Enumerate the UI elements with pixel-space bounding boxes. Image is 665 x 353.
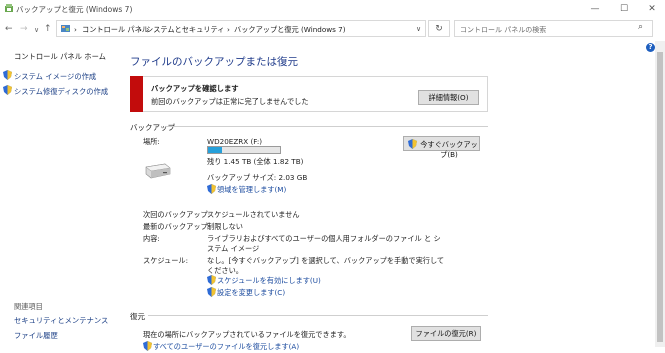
alert-message: 前回のバックアップは正常に完了しませんでした [151, 97, 309, 106]
backup-now-button[interactable]: 今すぐバックアップ(B) [403, 136, 480, 159]
backup-size: バックアップ サイズ: 2.03 GB [207, 173, 308, 182]
breadcrumb-backup-restore[interactable]: バックアップと復元 (Windows 7) [234, 25, 346, 35]
shield-icon [408, 139, 417, 149]
related-file-history-link[interactable]: ファイル履歴 [14, 331, 58, 341]
restore-section-label: 復元 [130, 312, 145, 321]
scrollbar-thumb[interactable] [657, 52, 663, 342]
minimize-button[interactable]: — [588, 3, 602, 15]
drive-usage-fill [208, 147, 222, 153]
backup-app-icon [4, 3, 14, 13]
shield-icon [207, 275, 216, 285]
alert-color-bar [130, 76, 143, 112]
sidebar-item-repair-disc[interactable]: システム修復ディスクの作成 [14, 87, 108, 97]
forward-button[interactable]: → [20, 24, 28, 34]
breadcrumb-sep: › [227, 25, 230, 34]
control-panel-icon [60, 23, 71, 34]
close-button[interactable]: ✕ [645, 3, 659, 15]
restore-section-divider [148, 315, 488, 316]
page-title: ファイルのバックアップまたは復元 [130, 56, 298, 68]
hard-drive-icon [143, 163, 171, 179]
search-placeholder: コントロール パネルの検索 [460, 26, 547, 34]
shield-icon [143, 341, 152, 351]
contents-label: 内容: [143, 234, 160, 243]
breadcrumb-system-security[interactable]: システムとセキュリティ [146, 25, 224, 35]
schedule-value-line1: なし。[今すぐバックアップ] を選択して、バックアップを手動で実行して [207, 256, 445, 265]
enable-schedule-link[interactable]: スケジュールを有効にします(U) [217, 276, 321, 286]
restore-message: 現在の場所にバックアップされているファイルを復元できます。 [143, 330, 351, 339]
related-heading: 関連項目 [14, 302, 43, 311]
drive-usage-bar [207, 146, 281, 154]
alert-title: バックアップを確認します [151, 84, 239, 93]
back-button[interactable]: ← [5, 24, 13, 34]
next-backup-value: スケジュールされていません [207, 210, 300, 219]
last-backup-label: 最新のバックアップ: [143, 222, 211, 231]
window-title: バックアップと復元 (Windows 7) [16, 5, 133, 14]
next-backup-label: 次回のバックアップ: [143, 210, 211, 219]
backup-section-label: バックアップ [130, 123, 175, 132]
details-button[interactable]: 詳細情報(O) [418, 90, 479, 105]
contents-value-line1: ライブラリおよびすべてのユーザーの個人用フォルダーのファイル と シ [207, 234, 441, 243]
address-dropdown-icon[interactable]: ∨ [416, 25, 421, 33]
shield-icon [207, 287, 216, 297]
contents-value-line2: ステム イメージ [207, 244, 260, 253]
sidebar-item-system-image[interactable]: システム イメージの作成 [14, 72, 96, 82]
related-security-maintenance-link[interactable]: セキュリティとメンテナンス [14, 316, 108, 326]
shield-icon [207, 184, 216, 194]
search-icon[interactable]: ⌕ [638, 22, 643, 32]
maximize-button[interactable]: ☐ [617, 3, 631, 15]
backup-drive-name: WD20EZRX (F:) [207, 137, 263, 146]
shield-icon [3, 85, 12, 95]
refresh-button[interactable]: ↻ [428, 20, 450, 37]
schedule-label: スケジュール: [143, 256, 189, 265]
breadcrumb-sep: › [139, 25, 142, 34]
help-icon[interactable]: ? [646, 43, 655, 52]
address-sep: › [74, 25, 77, 34]
manage-space-link[interactable]: 領域を管理します(M) [217, 185, 286, 195]
sidebar-home-link[interactable]: コントロール パネル ホーム [14, 52, 106, 62]
recent-locations-button[interactable]: ∨ [34, 26, 39, 34]
backup-now-label: 今すぐバックアップ(B) [420, 140, 478, 159]
drive-remaining: 残り 1.45 TB (全体 1.82 TB) [207, 157, 304, 166]
change-settings-link[interactable]: 設定を変更します(C) [217, 288, 285, 298]
up-button[interactable]: ↑ [44, 24, 52, 34]
restore-all-users-link[interactable]: すべてのユーザーのファイルを復元します(A) [153, 342, 299, 352]
location-label: 場所: [143, 137, 160, 146]
last-backup-value: 制限しない [207, 222, 243, 231]
shield-icon [3, 70, 12, 80]
restore-files-button[interactable]: ファイルの復元(R) [411, 326, 481, 341]
backup-section-divider [166, 126, 488, 127]
